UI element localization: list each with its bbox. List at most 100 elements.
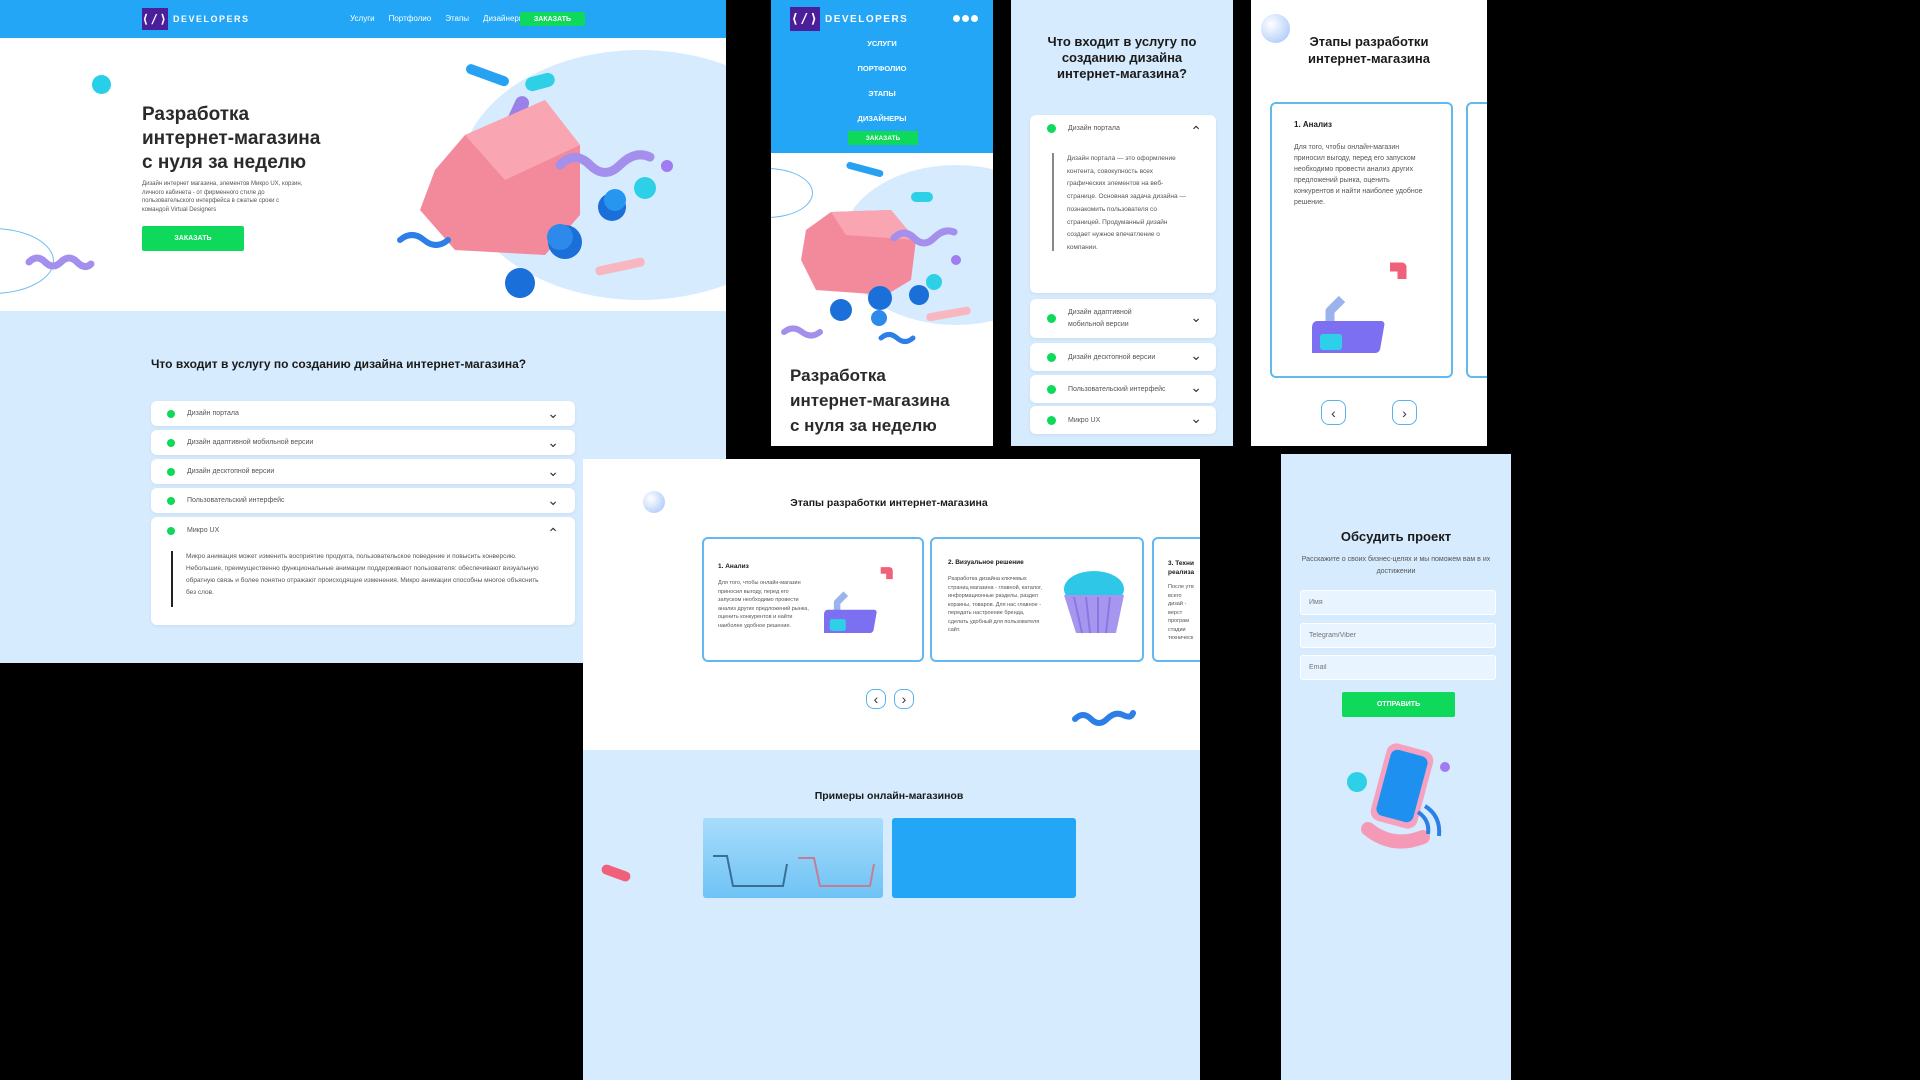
hero-title-line: с нуля за неделю <box>142 152 307 173</box>
chevron-right-icon: › <box>901 691 907 707</box>
stage-card-title: 1. Анализ <box>718 563 749 570</box>
green-dot-icon <box>1047 314 1056 323</box>
stage-card-text: Для того, чтобы онлайн-магазин приносил … <box>718 580 809 629</box>
mobile-nav-item-designers[interactable]: ДИЗАЙНЕРЫ <box>771 106 993 131</box>
code-brackets-icon: ⟨/⟩ <box>790 7 820 31</box>
pink-squiggle-decoration <box>600 863 632 883</box>
hero-title-line: с нуля за неделю <box>790 416 937 435</box>
chevron-down-icon: ⌄ <box>547 463 559 479</box>
chevron-down-icon: ⌄ <box>547 405 559 421</box>
nav-item-stages[interactable]: Этапы <box>445 14 469 23</box>
desktop-header: ⟨/⟩ DEVELOPERS Услуги Портфолио Этапы Ди… <box>0 0 726 38</box>
chevron-left-icon: ‹ <box>873 691 879 707</box>
shopping-basket-illustration <box>776 160 986 350</box>
brand-name: DEVELOPERS <box>173 14 250 24</box>
hero-title: Разработка интернет-магазина с нуля за н… <box>142 103 320 175</box>
accordion-item-micro-ux-expanded[interactable]: Микро UX ⌃ Микро анимация может изменить… <box>151 517 575 625</box>
services-title: Что входит в услугу по созданию дизайна … <box>1011 34 1233 82</box>
carousel-next-button[interactable]: › <box>894 689 914 709</box>
accordion-label: Дизайн десктопной версии <box>1068 353 1156 361</box>
carousel-next-button[interactable]: › <box>1392 400 1417 425</box>
green-dot-icon <box>167 438 175 447</box>
accordion-divider <box>1052 153 1054 251</box>
blue-squiggle-decoration <box>1071 705 1137 732</box>
accordion-label: Пользовательский интерфейс <box>187 497 285 504</box>
code-brackets-icon: ⟨/⟩ <box>142 8 168 30</box>
accordion-label: Дизайн портала <box>187 410 239 417</box>
hero-title-line: интернет-магазина <box>142 128 321 149</box>
desktop-stages-panel: Этапы разработки интернет-магазина 1. Ан… <box>583 459 1200 1080</box>
nav-item-portfolio[interactable]: Портфолио <box>389 14 432 23</box>
accordion-item-mobile[interactable]: Дизайн адаптивной мобильной версии ⌄ <box>151 430 575 455</box>
accordion-item-portal-expanded[interactable]: Дизайн портала ⌃ Дизайн портала — это оф… <box>1030 115 1216 293</box>
mobile-nav-item-services[interactable]: УСЛУГИ <box>771 31 993 56</box>
example-card-carts[interactable] <box>703 818 883 898</box>
menu-dot <box>962 15 969 22</box>
accordion-item-desktop[interactable]: Дизайн десктопной версии ⌄ <box>151 459 575 484</box>
stage-card-technical-partial: 3. Техни реализа После утв всего дизай -… <box>1152 537 1200 662</box>
carousel-prev-button[interactable]: ‹ <box>866 689 886 709</box>
mobile-nav-item-portfolio[interactable]: ПОРТФОЛИО <box>771 56 993 81</box>
carousel-prev-button[interactable]: ‹ <box>1321 400 1346 425</box>
accordion-label: Пользовательский интерфейс <box>1068 385 1166 393</box>
accordion-item-mobile[interactable]: Дизайн адаптивной мобильной версии ⌄ <box>1030 299 1216 338</box>
green-dot-icon <box>167 496 175 505</box>
header-order-button[interactable]: ЗАКАЗАТЬ <box>520 12 585 26</box>
hero-title-line: Разработка <box>790 366 886 385</box>
example-card-blue[interactable] <box>892 818 1076 898</box>
purple-squiggle-decoration <box>25 252 95 279</box>
messenger-field[interactable] <box>1300 623 1496 648</box>
micro-ux-description: Микро анимация может изменить восприятие… <box>186 553 539 596</box>
accordion-label: Дизайн портала <box>1068 125 1120 132</box>
brand-logo[interactable]: ⟨/⟩ DEVELOPERS <box>142 8 250 30</box>
nav-item-designers[interactable]: Дизайнеры <box>483 14 525 23</box>
name-field[interactable] <box>1300 590 1496 615</box>
chevron-down-icon: ⌄ <box>547 434 559 450</box>
stage-card-analysis: 1. Анализ Для того, чтобы онлайн-магазин… <box>1270 102 1453 378</box>
dots-menu-icon[interactable] <box>953 15 978 22</box>
accordion-item-ui[interactable]: Пользовательский интерфейс ⌄ <box>151 488 575 513</box>
hero-title-line: интернет-магазина <box>790 391 950 410</box>
green-dot-icon <box>167 467 175 476</box>
green-dot-icon <box>167 527 175 535</box>
stages-title: Этапы разработки интернет-магазина <box>1251 33 1487 67</box>
email-field[interactable] <box>1300 655 1496 680</box>
accordion-label: Дизайн адаптивной мобильной версии <box>1068 308 1132 328</box>
services-title-line: созданию дизайна <box>1061 50 1183 65</box>
chevron-down-icon: ⌄ <box>1190 309 1202 325</box>
mobile-order-button[interactable]: ЗАКАЗАТЬ <box>848 131 918 145</box>
nav-item-services[interactable]: Услуги <box>350 14 375 23</box>
accordion-label: Дизайн адаптивной мобильной версии <box>187 439 314 446</box>
mobile-nav-list: УСЛУГИ ПОРТФОЛИО ЭТАПЫ ДИЗАЙНЕРЫ <box>771 31 993 131</box>
chevron-up-icon: ⌃ <box>547 525 559 541</box>
phone-illustration <box>1343 734 1463 869</box>
accordion-item-portal[interactable]: Дизайн портала ⌄ <box>151 401 575 426</box>
mobile-hero-title: Разработка интернет-магазина с нуля за н… <box>790 363 950 438</box>
services-title: Что входит в услугу по созданию дизайна … <box>151 357 527 371</box>
mobile-nav-item-stages[interactable]: ЭТАПЫ <box>771 81 993 106</box>
green-dot-icon <box>1047 415 1056 425</box>
stage-card-text: После утв всего дизай - верст програм ст… <box>1168 584 1194 641</box>
hero-description: Дизайн интернет магазина, элементов Микр… <box>142 181 303 213</box>
shopping-basket-illustration <box>395 60 685 305</box>
analysis-arrows-illustration <box>821 561 904 646</box>
examples-title: Примеры онлайн-магазинов <box>814 790 964 802</box>
hero-order-button[interactable]: ЗАКАЗАТЬ <box>142 226 244 251</box>
accordion-item-desktop[interactable]: Дизайн десктопной версии ⌄ <box>1030 343 1216 371</box>
contact-title: Обсудить проект <box>1340 529 1452 544</box>
green-dot-icon <box>1047 124 1056 133</box>
chevron-left-icon: ‹ <box>1331 404 1336 421</box>
stage-card-title: 1. Анализ <box>1294 120 1332 129</box>
accordion-label: Микро UX <box>187 527 220 534</box>
cupcake-illustration <box>1052 561 1132 646</box>
stage-card-partial <box>1466 102 1487 378</box>
accordion-item-micro-ux[interactable]: Микро UX ⌄ <box>1030 406 1216 434</box>
chevron-down-icon: ⌄ <box>1190 410 1202 426</box>
stage-card-visual: 2. Визуальное решение Разработка дизайна… <box>930 537 1144 662</box>
submit-button[interactable]: ОТПРАВИТЬ <box>1342 692 1455 717</box>
main-nav: Услуги Портфолио Этапы Дизайнеры <box>350 14 525 23</box>
accordion-label: Дизайн десктопной версии <box>187 468 275 475</box>
accordion-item-ui[interactable]: Пользовательский интерфейс ⌄ <box>1030 375 1216 403</box>
brand-logo[interactable]: ⟨/⟩ DEVELOPERS <box>790 7 908 31</box>
stage-card-title: 2. Визуальное решение <box>948 559 1024 566</box>
